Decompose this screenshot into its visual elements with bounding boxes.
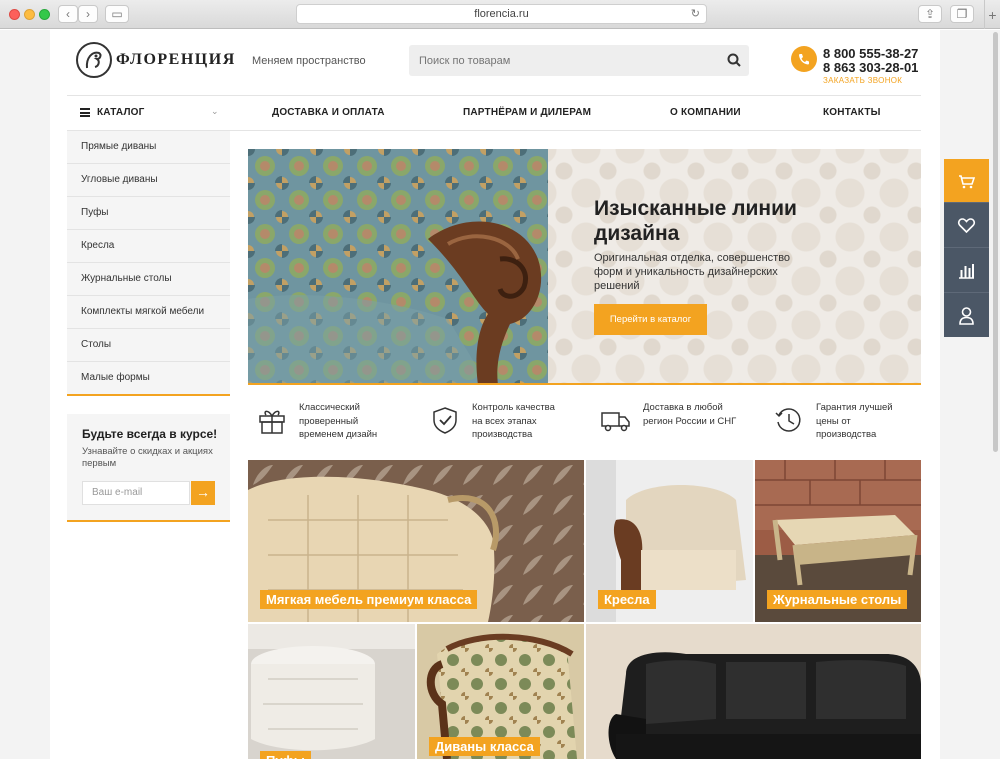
sidebar-item[interactable]: Кресла (67, 230, 230, 263)
logo-text: ФЛОРЕНЦИЯ (116, 51, 236, 68)
category-tile[interactable]: Журнальные столы (755, 460, 921, 622)
subscribe-title: Будьте всегда в курсе! (82, 427, 218, 441)
minimize-window-button[interactable] (24, 9, 35, 20)
slogan: Меняем пространство (252, 55, 366, 67)
nav-catalog[interactable]: КАТАЛОГ (97, 107, 145, 118)
category-tile[interactable]: Пуфы (248, 624, 415, 759)
logo-emblem-icon (76, 42, 112, 78)
subscribe-text: Узнавайте о скидках и акциях первым (82, 446, 213, 469)
scrollbar-thumb[interactable] (993, 32, 998, 452)
feature-text: Доставка в любой регион России и СНГ (643, 402, 737, 427)
heart-icon[interactable] (944, 204, 989, 248)
chevron-down-icon[interactable]: ⌄ (211, 106, 219, 117)
feature-item: Классический проверенный временем дизайн (257, 401, 407, 445)
search-icon[interactable] (719, 45, 749, 76)
category-tile[interactable]: Диваны класса (417, 624, 584, 759)
feature-text: Гарантия лучшей цены от производства (816, 402, 893, 440)
hero-armchair-image (248, 149, 548, 383)
subscribe-button[interactable]: → (191, 481, 215, 505)
shield-check-icon (430, 405, 460, 435)
search-bar (409, 45, 749, 76)
nav-partners[interactable]: ПАРТНЁРАМ И ДИЛЕРАМ (463, 107, 591, 118)
subscribe-box: Будьте всегда в курсе! Узнавайте о скидк… (67, 414, 230, 522)
hero-title: Изысканные линии дизайна (594, 197, 797, 245)
nav-contacts[interactable]: КОНТАКТЫ (823, 107, 881, 118)
sidebar-item[interactable]: Угловые диваны (67, 164, 230, 197)
menu-icon (80, 108, 90, 117)
zoom-window-button[interactable] (39, 9, 50, 20)
nav-delivery[interactable]: ДОСТАВКА И ОПЛАТА (272, 107, 385, 118)
sidebar-item[interactable]: Комплекты мягкой мебели (67, 296, 230, 329)
forward-icon[interactable]: › (78, 5, 98, 23)
feature-text: Классический проверенный временем дизайн (299, 402, 378, 440)
tile-label: Кресла (598, 590, 656, 609)
callback-link[interactable]: ЗАКАЗАТЬ ЗВОНОК (823, 76, 902, 85)
sidebar-item[interactable]: Столы (67, 329, 230, 362)
tile-label: Диваны класса (429, 737, 540, 756)
sidebar-item[interactable]: Пуфы (67, 197, 230, 230)
share-icon[interactable]: ⇪ (918, 5, 942, 23)
search-input[interactable] (409, 45, 709, 76)
reload-icon[interactable]: ↻ (691, 5, 700, 23)
tile-label: Пуфы (260, 751, 311, 759)
logo[interactable]: ФЛОРЕНЦИЯ (76, 42, 234, 80)
sidebar-toggle-icon[interactable]: ▭ (105, 5, 129, 23)
back-icon[interactable]: ‹ (58, 5, 78, 23)
new-tab-icon[interactable]: + (984, 0, 1000, 29)
sidebar-item[interactable]: Малые формы (67, 362, 230, 395)
phone-number-2[interactable]: 8 863 303-28-01 (823, 60, 918, 75)
address-bar[interactable]: florencia.ru ↻ (296, 4, 707, 24)
leather-sofa-image (586, 624, 921, 759)
tile-label: Мягкая мебель премиум класса (260, 590, 478, 609)
category-tile[interactable]: Мягкая мебель премиум класса (248, 460, 584, 622)
feature-text: Контроль качества на всех этапах произво… (472, 402, 555, 440)
main-nav: КАТАЛОГ ⌄ ДОСТАВКА И ОПЛАТА ПАРТНЁРАМ И … (67, 95, 921, 131)
pouf-image (248, 624, 415, 759)
email-field[interactable]: Ваш e-mail (82, 481, 190, 505)
url-text: florencia.ru (474, 8, 529, 20)
tabs-icon[interactable]: ❐ (950, 5, 974, 23)
browser-toolbar: ‹ › ▭ florencia.ru ↻ ⇪ ❐ + (0, 0, 1000, 29)
nav-about[interactable]: О КОМПАНИИ (670, 107, 741, 118)
catalog-sidebar: Прямые диваны Угловые диваны Пуфы Кресла… (67, 131, 230, 396)
feature-item: Гарантия лучшей цены от производства (774, 401, 919, 445)
feature-item: Контроль качества на всех этапах произво… (430, 401, 580, 445)
phone-number-1[interactable]: 8 800 555-38-27 (823, 46, 918, 61)
close-window-button[interactable] (9, 9, 20, 20)
catalog-button[interactable]: Перейти в каталог (594, 304, 707, 335)
sidebar-item[interactable]: Прямые диваны (67, 131, 230, 164)
category-tile[interactable]: Кресла (586, 460, 753, 622)
gift-icon (257, 405, 287, 435)
cart-icon[interactable] (944, 159, 989, 203)
truck-icon (601, 405, 631, 435)
floating-panel (944, 159, 989, 337)
feature-item: Доставка в любой регион России и СНГ (601, 401, 751, 445)
chart-icon[interactable] (944, 249, 989, 293)
page-gutter-left (0, 30, 50, 759)
hero-text: Оригинальная отделка, совершенство форм … (594, 252, 791, 292)
user-icon[interactable] (944, 294, 989, 338)
tile-label: Журнальные столы (767, 590, 908, 609)
hero-banner[interactable]: Изысканные линии дизайна Оригинальная от… (248, 149, 921, 385)
category-tile[interactable] (586, 624, 921, 759)
sidebar-item[interactable]: Журнальные столы (67, 263, 230, 296)
clock-icon (774, 405, 804, 435)
phone-icon (791, 46, 817, 72)
